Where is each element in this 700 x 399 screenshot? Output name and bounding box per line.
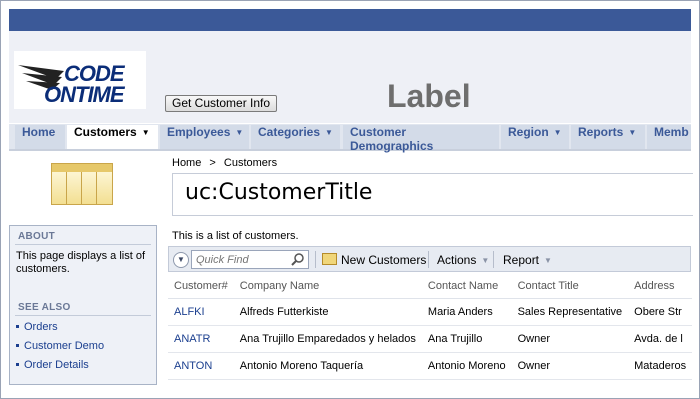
caret-down-icon: ▼ (141, 128, 150, 137)
menu-item-customer-demographics[interactable]: Customer Demographics (343, 125, 499, 153)
cell-customer-id[interactable]: ALFKI (168, 298, 234, 326)
cell-company-name: Antonio Moreno Taquería (233, 352, 422, 380)
caret-down-icon: ▼ (628, 128, 637, 137)
cell-address: Mataderos (628, 352, 693, 380)
menu-item-label: Employees (167, 125, 231, 139)
cell-contact-title: Owner (511, 352, 629, 380)
cell-address: Obere Str (628, 298, 693, 326)
sidebar-link-order-details[interactable]: Order Details (16, 359, 89, 371)
actions-label: Actions (437, 253, 477, 267)
table-row[interactable]: ANTON Antonio Moreno Taquería Antonio Mo… (168, 352, 693, 380)
divider (15, 315, 151, 316)
column-header-company-name[interactable]: Company Name (233, 273, 422, 299)
get-customer-info-button[interactable]: Get Customer Info (165, 95, 278, 112)
column-header-customer-id[interactable]: Customer# (168, 273, 234, 299)
caret-down-icon: ▼ (553, 128, 562, 137)
breadcrumb-separator: > (209, 157, 216, 169)
sidebar: ABOUT This page displays a list of custo… (9, 225, 157, 385)
app-window: CODE ONTIME Get Customer Info Label Home… (0, 0, 700, 399)
divider (315, 251, 316, 268)
table-row[interactable]: ANATR Ana Trujillo Emparedados y helados… (168, 325, 693, 353)
actions-button[interactable]: Actions ▼ (437, 253, 489, 267)
column-header-address[interactable]: Address (628, 273, 693, 299)
divider (493, 251, 494, 268)
page-title: uc:CustomerTitle (185, 180, 373, 205)
see-also-header: SEE ALSO (18, 302, 71, 313)
menu-item-employees[interactable]: Employees ▼ (160, 125, 249, 149)
column-header-contact-title[interactable]: Contact Title (511, 273, 629, 299)
menu-item-label: Memb (654, 125, 689, 139)
page-title-box: uc:CustomerTitle (172, 173, 693, 216)
cell-contact-name: Antonio Moreno (421, 352, 512, 380)
menu-item-label: Region (508, 125, 549, 139)
quick-find-input[interactable] (196, 253, 292, 266)
sidebar-link-label: Orders (24, 321, 58, 333)
about-header: ABOUT (18, 231, 56, 242)
menu-item-reports[interactable]: Reports ▼ (571, 125, 645, 149)
caret-down-icon: ▼ (325, 128, 333, 137)
report-button[interactable]: Report ▼ (503, 253, 552, 267)
menu-item-customers[interactable]: Customers ▼ (67, 125, 158, 149)
view-selector-chevron-icon[interactable]: ▼ (173, 252, 189, 268)
sidebar-link-orders[interactable]: Orders (16, 321, 58, 333)
caret-down-icon: ▼ (544, 256, 552, 265)
column-header-contact-name[interactable]: Contact Name (421, 273, 512, 299)
grid-header-row: Customer# Company Name Contact Name Cont… (168, 273, 693, 299)
caret-down-icon: ▼ (235, 128, 244, 137)
menu-item-label: Reports (578, 125, 624, 139)
header-label: Label (387, 78, 471, 114)
bullet-icon (16, 363, 19, 366)
menu-item-region[interactable]: Region ▼ (501, 125, 569, 149)
sidebar-link-label: Order Details (24, 359, 89, 371)
menu-item-categories[interactable]: Categories ▼ (251, 125, 340, 149)
cell-contact-title: Sales Representative (511, 298, 629, 326)
customers-grid: Customer# Company Name Contact Name Cont… (168, 273, 693, 380)
menu-item-home[interactable]: Home (15, 125, 65, 149)
divider (15, 244, 151, 245)
page-thumbnail-icon (51, 163, 113, 205)
menu-item-label: Customer Demographics (350, 125, 434, 153)
sidebar-link-customer-demo[interactable]: Customer Demo (16, 340, 104, 352)
menu-item-label: Home (22, 125, 56, 139)
caret-down-icon: ▼ (481, 256, 490, 265)
quick-find-field (191, 250, 309, 269)
report-label: Report (503, 253, 540, 267)
table-row[interactable]: ALFKI Alfreds Futterkiste Maria Anders S… (168, 298, 693, 326)
new-customers-label: New Customers (341, 253, 427, 267)
divider (428, 251, 429, 268)
cell-customer-id[interactable]: ANATR (168, 325, 234, 353)
page-description: This is a list of customers. (172, 230, 299, 242)
menu-item-label: Customers (74, 125, 137, 139)
bullet-icon (16, 344, 19, 347)
cell-contact-name: Maria Anders (421, 298, 512, 326)
new-customers-button[interactable]: New Customers (341, 253, 426, 267)
cell-contact-name: Ana Trujillo (421, 325, 512, 353)
breadcrumb-current: Customers (223, 157, 278, 169)
search-icon[interactable] (291, 252, 305, 266)
codeontime-logo: CODE ONTIME (14, 51, 146, 109)
sidebar-link-label: Customer Demo (24, 340, 105, 352)
new-record-icon (322, 253, 337, 265)
bullet-icon (16, 325, 19, 328)
cell-customer-id[interactable]: ANTON (168, 352, 234, 380)
cell-company-name: Ana Trujillo Emparedados y helados (233, 325, 422, 353)
breadcrumb-home-link[interactable]: Home (172, 157, 201, 169)
top-bar (9, 9, 691, 31)
cell-address: Avda. de l (628, 325, 693, 353)
about-text: This page displays a list of customers. (16, 250, 146, 275)
menu-item-label: Categories (258, 125, 321, 139)
menu-item-membership[interactable]: Memb (647, 125, 691, 149)
logo-text-ontime: ONTIME (44, 82, 125, 107)
breadcrumb: Home > Customers (172, 157, 277, 169)
cell-contact-title: Owner (511, 325, 629, 353)
cell-company-name: Alfreds Futterkiste (233, 298, 422, 326)
